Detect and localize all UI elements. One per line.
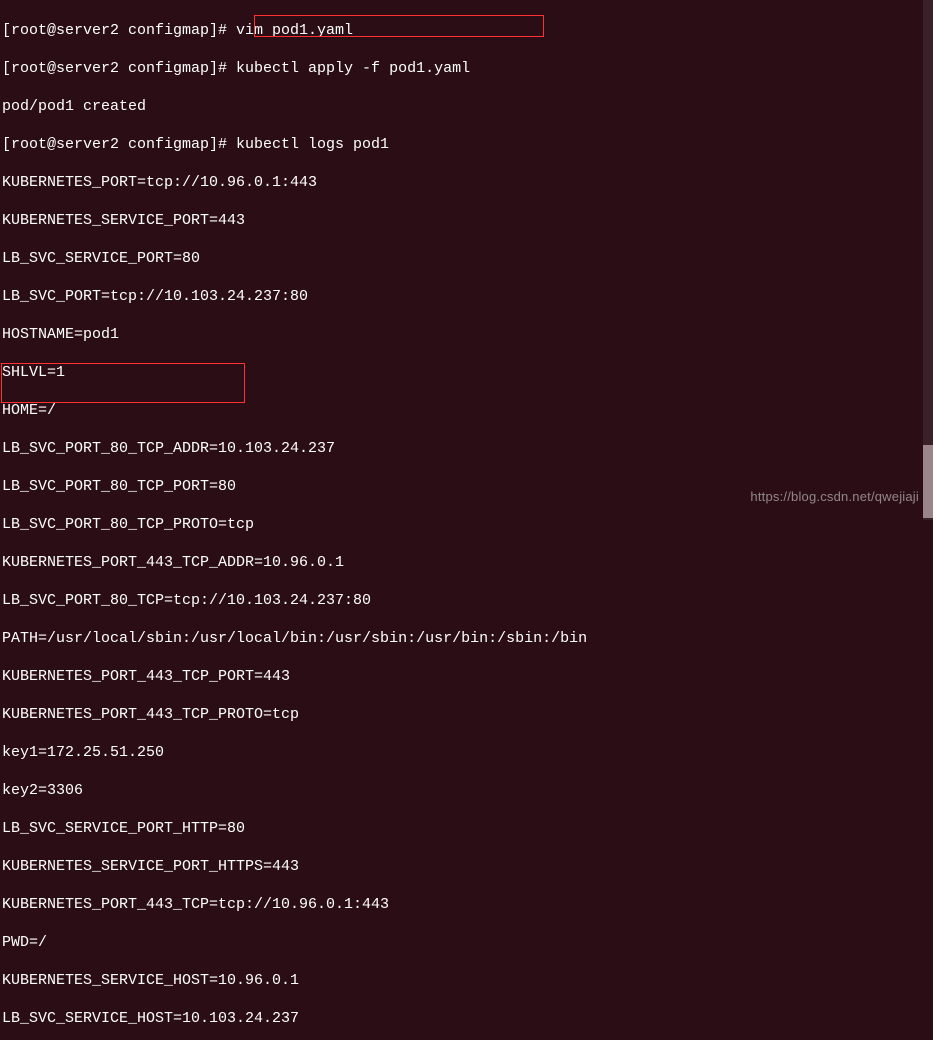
terminal-line: PWD=/ xyxy=(2,933,933,952)
terminal-line: LB_SVC_PORT_80_TCP=tcp://10.103.24.237:8… xyxy=(2,591,933,610)
terminal-line: [root@server2 configmap]# kubectl apply … xyxy=(2,59,933,78)
terminal-line: KUBERNETES_PORT_443_TCP_PROTO=tcp xyxy=(2,705,933,724)
terminal-line: SHLVL=1 xyxy=(2,363,933,382)
terminal-line: KUBERNETES_PORT_443_TCP_ADDR=10.96.0.1 xyxy=(2,553,933,572)
watermark-text: https://blog.csdn.net/qwejiaji xyxy=(750,487,919,506)
terminal-line: LB_SVC_PORT=tcp://10.103.24.237:80 xyxy=(2,287,933,306)
terminal-line: LB_SVC_SERVICE_PORT=80 xyxy=(2,249,933,268)
scrollbar-track[interactable] xyxy=(923,0,933,520)
terminal-output: [root@server2 configmap]# vim pod1.yaml … xyxy=(0,0,933,1040)
terminal-line: HOME=/ xyxy=(2,401,933,420)
terminal-line: pod/pod1 created xyxy=(2,97,933,116)
terminal-line: HOSTNAME=pod1 xyxy=(2,325,933,344)
terminal-line: LB_SVC_SERVICE_HOST=10.103.24.237 xyxy=(2,1009,933,1028)
terminal-line: KUBERNETES_SERVICE_PORT_HTTPS=443 xyxy=(2,857,933,876)
terminal-line: PATH=/usr/local/sbin:/usr/local/bin:/usr… xyxy=(2,629,933,648)
terminal-line: [root@server2 configmap]# vim pod1.yaml xyxy=(2,21,933,40)
terminal-line: KUBERNETES_PORT=tcp://10.96.0.1:443 xyxy=(2,173,933,192)
terminal-line: key1=172.25.51.250 xyxy=(2,743,933,762)
scrollbar-thumb[interactable] xyxy=(923,445,933,518)
terminal-line: KUBERNETES_PORT_443_TCP_PORT=443 xyxy=(2,667,933,686)
terminal-line: key2=3306 xyxy=(2,781,933,800)
terminal-line: [root@server2 configmap]# kubectl logs p… xyxy=(2,135,933,154)
terminal-line: KUBERNETES_SERVICE_HOST=10.96.0.1 xyxy=(2,971,933,990)
terminal-line: LB_SVC_PORT_80_TCP_PROTO=tcp xyxy=(2,515,933,534)
terminal-line: LB_SVC_PORT_80_TCP_ADDR=10.103.24.237 xyxy=(2,439,933,458)
terminal-line: KUBERNETES_SERVICE_PORT=443 xyxy=(2,211,933,230)
terminal-line: KUBERNETES_PORT_443_TCP=tcp://10.96.0.1:… xyxy=(2,895,933,914)
terminal-line: LB_SVC_SERVICE_PORT_HTTP=80 xyxy=(2,819,933,838)
